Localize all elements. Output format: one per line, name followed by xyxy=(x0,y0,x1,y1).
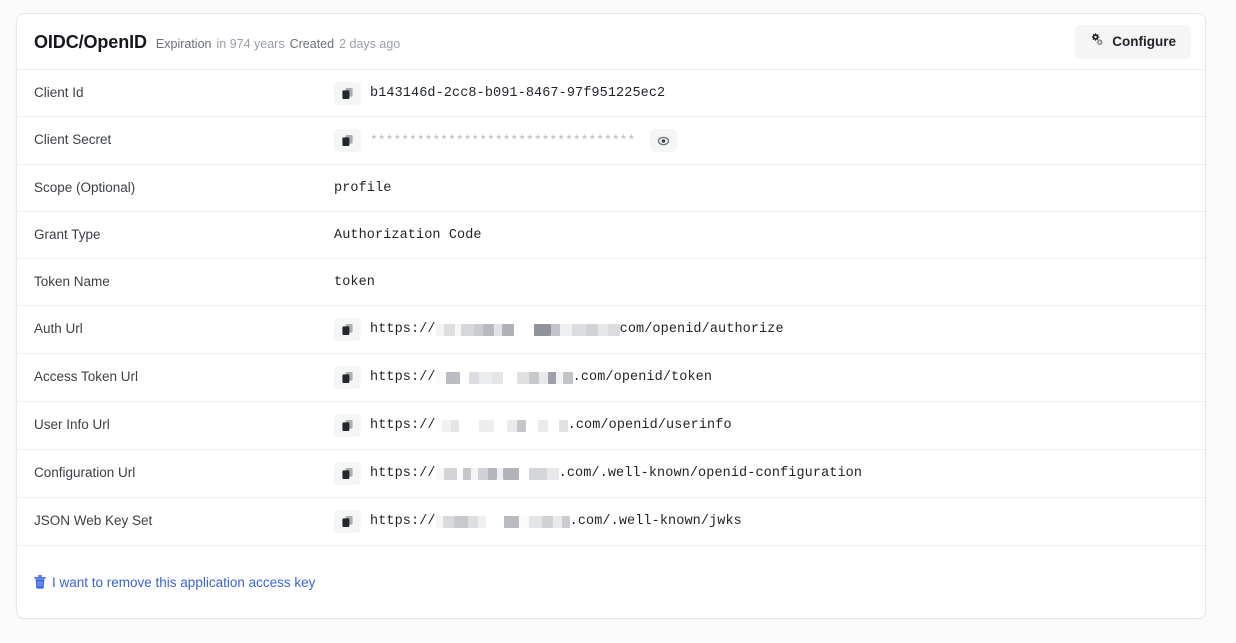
title-group: OIDC/OpenID Expiration in 974 years Crea… xyxy=(34,33,400,51)
auth-url-composed: https:// xyxy=(370,322,784,337)
copy-icon-button-configuration-url[interactable] xyxy=(334,462,361,485)
copy-icon-button-client-id[interactable] xyxy=(334,82,361,105)
user-info-url-composed: https:// .co xyxy=(370,418,732,433)
scope-value: profile xyxy=(334,181,391,196)
grant-type-value: Authorization Code xyxy=(334,228,482,243)
expiration-value: in 974 years xyxy=(217,38,285,51)
redacted-domain xyxy=(436,467,559,481)
copy-icon xyxy=(341,87,354,100)
access-token-url-composed: https:// xyxy=(370,370,712,385)
row-value-access-token-url: https:// xyxy=(334,366,1188,389)
table-row: Client Id b143146d-2cc8-b091-8467-97f951… xyxy=(17,70,1205,117)
table-row: Grant Type Authorization Code xyxy=(17,212,1205,259)
row-label-auth-url: Auth Url xyxy=(34,321,334,337)
table-row: Configuration Url https:// xyxy=(17,450,1205,498)
copy-icon xyxy=(341,323,354,336)
page-title: OIDC/OpenID xyxy=(34,33,147,51)
row-value-user-info-url: https:// .co xyxy=(334,414,1188,437)
row-value-jwks: https:// .co xyxy=(334,510,1188,533)
copy-icon-button-client-secret[interactable] xyxy=(334,129,361,152)
configuration-url-composed: https:// .co xyxy=(370,466,862,481)
table-row: Token Name token xyxy=(17,259,1205,306)
copy-icon-button-auth-url[interactable] xyxy=(334,318,361,341)
jwks-url-prefix: https:// xyxy=(370,514,436,529)
oidc-details-card: OIDC/OpenID Expiration in 974 years Crea… xyxy=(16,13,1206,619)
table-row: Auth Url https:// xyxy=(17,306,1205,354)
remove-access-key-label: I want to remove this application access… xyxy=(52,575,315,590)
redacted-domain xyxy=(436,419,568,433)
row-value-scope: profile xyxy=(334,181,1188,196)
redacted-domain xyxy=(436,371,573,385)
row-value-client-id: b143146d-2cc8-b091-8467-97f951225ec2 xyxy=(334,82,1188,105)
copy-icon-button-jwks[interactable] xyxy=(334,510,361,533)
eye-icon xyxy=(656,135,671,147)
row-label-user-info-url: User Info Url xyxy=(34,417,334,433)
gears-icon xyxy=(1090,33,1105,50)
client-secret-value: ********************************** xyxy=(370,133,635,148)
row-label-client-id: Client Id xyxy=(34,85,334,101)
card-meta: Expiration in 974 years Created 2 days a… xyxy=(156,38,400,51)
created-label: Created xyxy=(290,38,334,51)
configuration-url-suffix: .com/.well-known/openid-configuration xyxy=(559,466,862,481)
copy-icon xyxy=(341,371,354,384)
table-row: Client Secret **************************… xyxy=(17,117,1205,165)
row-value-token-name: token xyxy=(334,275,1188,290)
table-row: Scope (Optional) profile xyxy=(17,165,1205,212)
trash-icon xyxy=(34,575,46,589)
redacted-domain xyxy=(436,515,570,529)
client-id-value: b143146d-2cc8-b091-8467-97f951225ec2 xyxy=(370,86,665,101)
row-label-token-name: Token Name xyxy=(34,274,334,290)
jwks-url-composed: https:// .co xyxy=(370,514,742,529)
jwks-url-suffix: .com/.well-known/jwks xyxy=(570,514,742,529)
remove-access-key-link[interactable]: I want to remove this application access… xyxy=(34,575,315,590)
row-label-client-secret: Client Secret xyxy=(34,132,334,148)
row-label-configuration-url: Configuration Url xyxy=(34,465,334,481)
card-header: OIDC/OpenID Expiration in 974 years Crea… xyxy=(17,14,1205,70)
table-row: JSON Web Key Set https:// xyxy=(17,498,1205,546)
created-value: 2 days ago xyxy=(339,38,400,51)
copy-icon xyxy=(341,515,354,528)
redacted-domain xyxy=(436,323,620,337)
row-value-configuration-url: https:// .co xyxy=(334,462,1188,485)
access-token-url-suffix: .com/openid/token xyxy=(573,370,712,385)
expiration-label: Expiration xyxy=(156,38,212,51)
access-token-url-prefix: https:// xyxy=(370,370,436,385)
configure-button-label: Configure xyxy=(1112,34,1176,49)
user-info-url-prefix: https:// xyxy=(370,418,436,433)
copy-icon xyxy=(341,467,354,480)
copy-icon xyxy=(341,134,354,147)
copy-icon-button-user-info-url[interactable] xyxy=(334,414,361,437)
row-label-jwks: JSON Web Key Set xyxy=(34,513,334,529)
reveal-secret-button[interactable] xyxy=(650,129,677,152)
row-value-auth-url: https:// xyxy=(334,318,1188,341)
page-root: OIDC/OpenID Expiration in 974 years Crea… xyxy=(0,0,1236,643)
table-row: User Info Url https:// xyxy=(17,402,1205,450)
row-label-access-token-url: Access Token Url xyxy=(34,369,334,385)
configure-button[interactable]: Configure xyxy=(1075,25,1191,59)
row-value-grant-type: Authorization Code xyxy=(334,228,1188,243)
table-row: Access Token Url https:// xyxy=(17,354,1205,402)
copy-icon-button-access-token-url[interactable] xyxy=(334,366,361,389)
row-value-client-secret: ********************************** xyxy=(334,129,1188,152)
auth-url-prefix: https:// xyxy=(370,322,436,337)
row-label-scope: Scope (Optional) xyxy=(34,180,334,196)
auth-url-suffix: com/openid/authorize xyxy=(620,322,784,337)
user-info-url-suffix: .com/openid/userinfo xyxy=(568,418,732,433)
copy-icon xyxy=(341,419,354,432)
configuration-url-prefix: https:// xyxy=(370,466,436,481)
token-name-value: token xyxy=(334,275,375,290)
row-label-grant-type: Grant Type xyxy=(34,227,334,243)
card-footer: I want to remove this application access… xyxy=(17,546,1205,618)
